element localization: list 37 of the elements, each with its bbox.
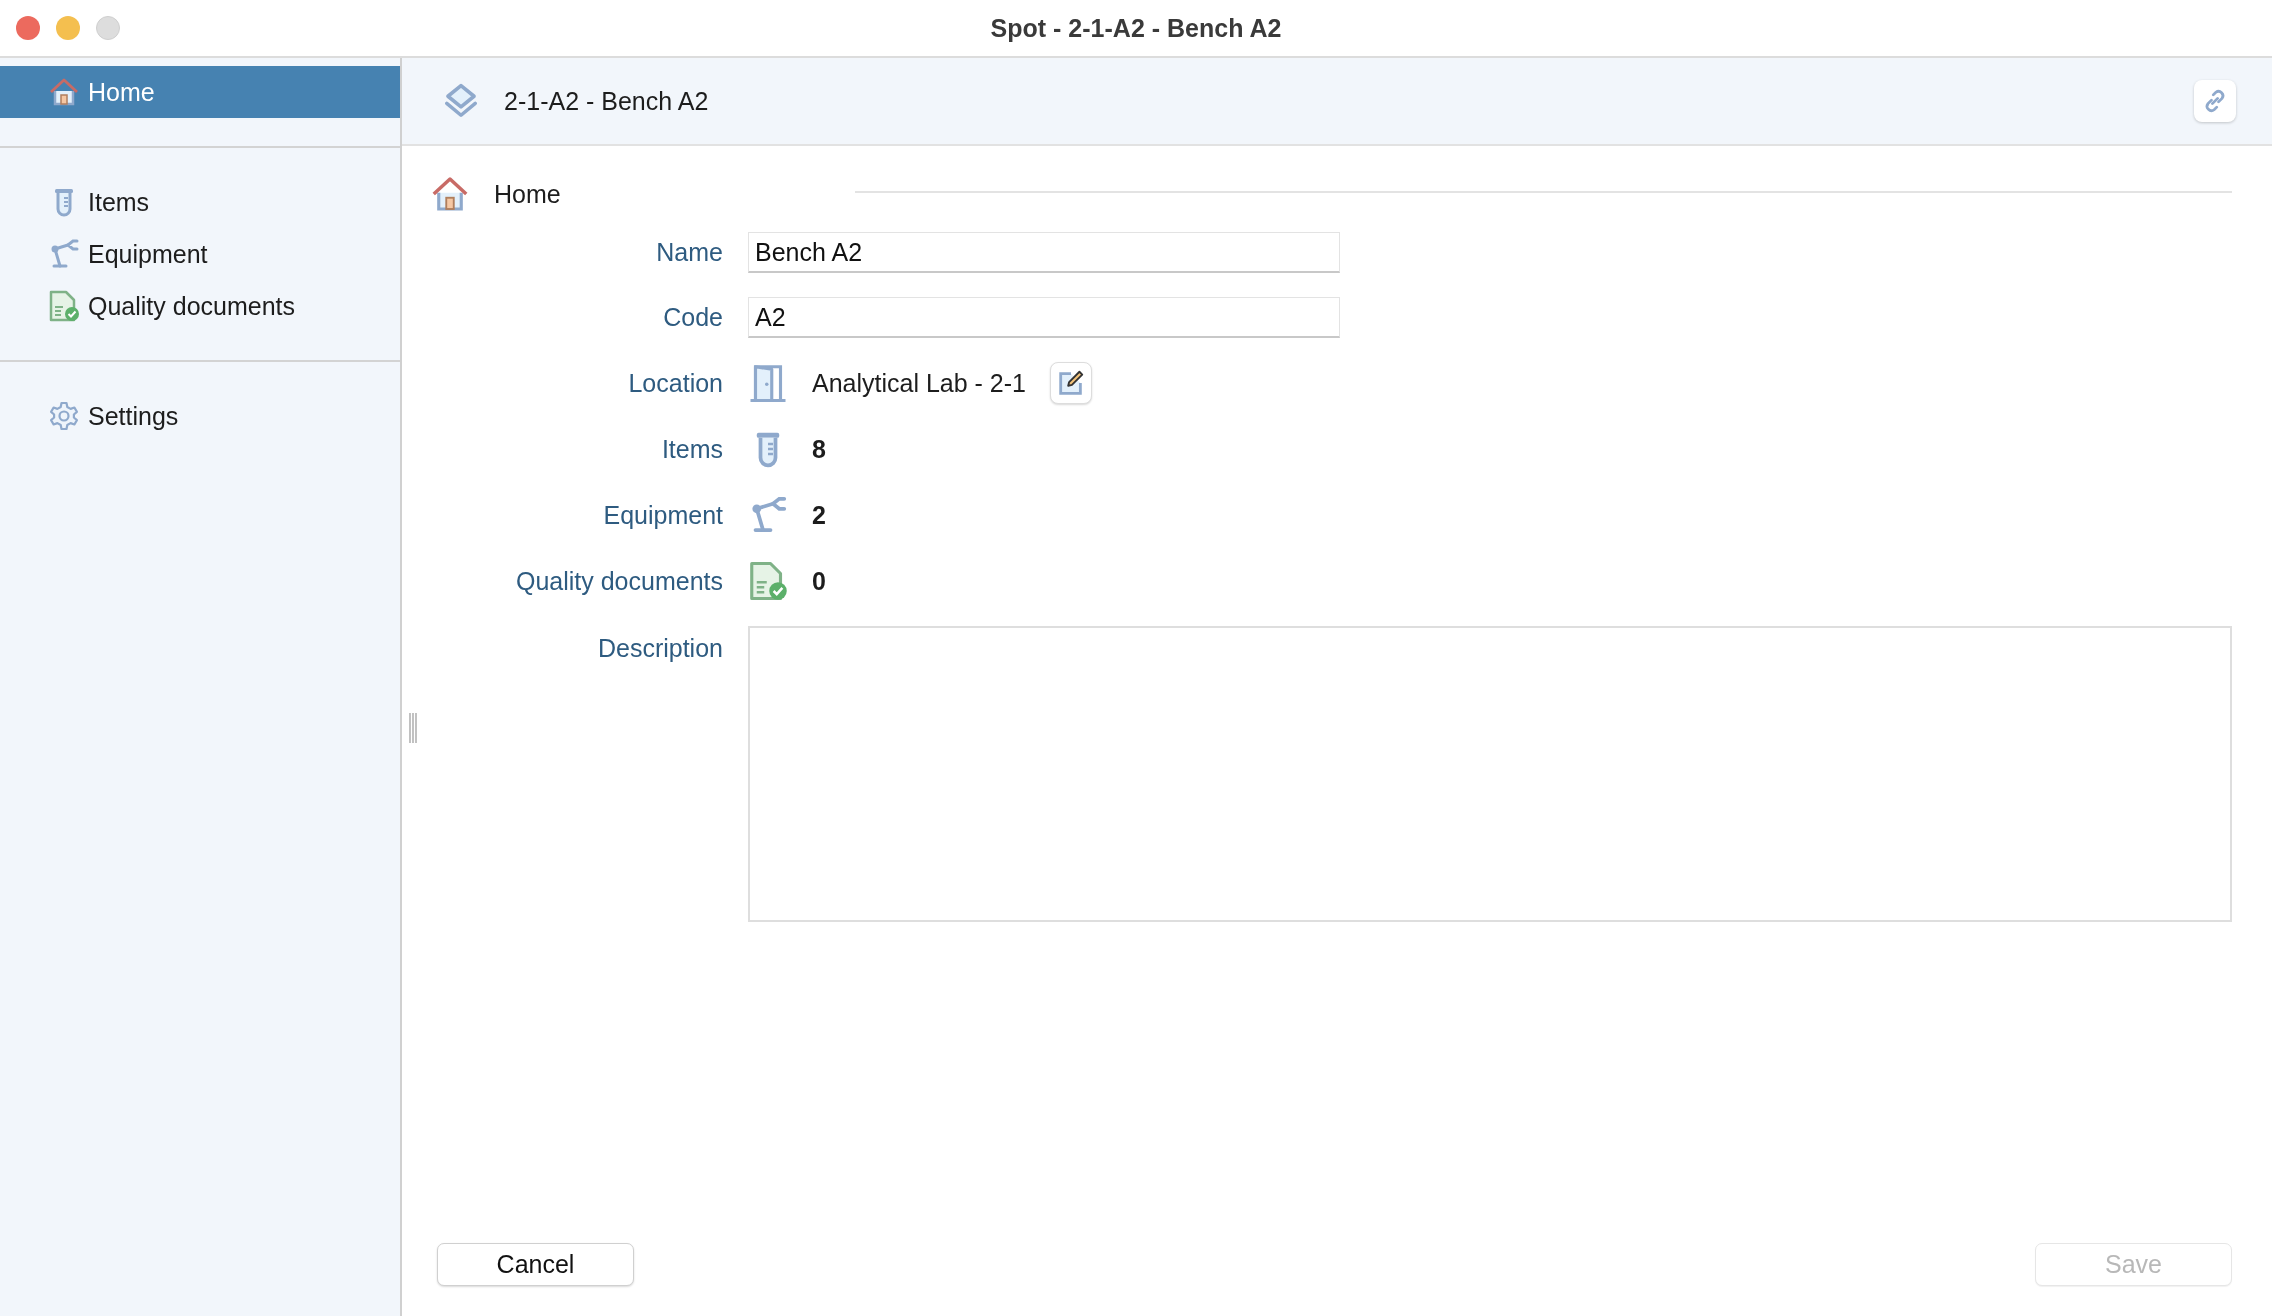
cancel-button[interactable]: Cancel [437,1243,634,1286]
resize-handle-icon[interactable] [408,713,418,743]
link-button[interactable] [2194,80,2236,122]
section-title: Home [494,179,561,209]
sidebar-item[interactable]: Quality documents [0,284,400,328]
field-label: Description [596,634,723,663]
name-field[interactable]: Bench A2 [748,232,1340,273]
count-value: 8 [812,434,826,464]
sidebar-item[interactable]: Home [0,66,400,118]
edit-button[interactable] [1050,362,1092,404]
location-value: Analytical Lab - 2-1 [812,368,1026,398]
count-value: 0 [812,566,826,596]
count-value: 2 [812,500,826,530]
sidebar-item[interactable]: Equipment [0,232,400,276]
sidebar-item[interactable]: Settings [0,394,400,438]
close-window-button[interactable] [16,16,40,40]
description-field[interactable] [748,626,2232,922]
settings-icon [48,400,80,432]
edit-icon [1056,368,1086,398]
record-title: 2-1-A2 - Bench A2 [504,86,709,116]
field-label: Code [662,303,723,332]
door-icon [748,363,788,403]
layers-icon [442,82,480,120]
sidebar-item[interactable]: Items [0,180,400,224]
house-icon [48,76,80,108]
checked-document-icon [748,561,788,601]
field-label: Items [660,434,723,464]
code-field[interactable]: A2 [748,297,1340,338]
field-label: Location [627,368,723,398]
field-label: Equipment [602,500,723,530]
house-icon [430,174,470,214]
zoom-window-button[interactable] [96,16,120,40]
minimize-window-button[interactable] [56,16,80,40]
field-label: Quality documents [514,566,723,596]
field-label: Name [655,238,723,267]
window-title: Spot - 2-1-A2 - Bench A2 [990,13,1282,43]
checked-document-icon [48,290,80,322]
